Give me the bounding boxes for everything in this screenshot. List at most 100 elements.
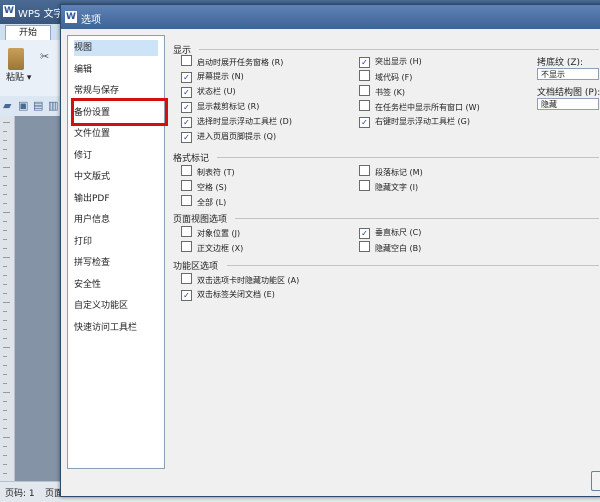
checkbox-checked-icon[interactable]: ✓ [359, 117, 370, 128]
ruler-tick [3, 329, 7, 330]
field-label: 文档结构图 (P): [537, 88, 600, 98]
nav-item-12[interactable]: 自定义功能区 [74, 298, 158, 314]
nav-item-2[interactable]: 常规与保存 [74, 83, 158, 99]
ok-button[interactable] [591, 471, 600, 491]
checkbox-checked-icon[interactable]: ✓ [359, 57, 370, 68]
options-dialog: W 选项 视图 编辑 常规与保存 备份设置 文件位置 修订 中文版式 输出PDF 用户信息 打印拼… [60, 4, 600, 497]
checkbox-unchecked-icon[interactable] [181, 55, 192, 66]
checkbox-unchecked-icon[interactable] [359, 180, 370, 191]
checkbox-checked-icon[interactable]: ✓ [359, 228, 370, 239]
checkbox-checked-icon[interactable]: ✓ [181, 87, 192, 98]
checkbox-unchecked-icon[interactable] [181, 195, 192, 206]
checkbox-checked-icon[interactable]: ✓ [181, 117, 192, 128]
option-label: 正文边框 (X) [197, 244, 244, 253]
cut-icon[interactable]: ✂ [40, 50, 49, 63]
checkbox-checked-icon[interactable]: ✓ [181, 102, 192, 113]
option-checkbox[interactable]: 全部 (L) [181, 195, 226, 208]
ruler-tick [3, 149, 7, 150]
preview-icon[interactable]: ▥ [48, 99, 58, 112]
nav-item-8[interactable]: 用户信息 [74, 212, 158, 228]
option-checkbox[interactable]: 启动时展开任务窗格 (R) [181, 55, 283, 68]
option-checkbox[interactable]: ✓ 双击标签关闭文档 (E) [181, 288, 275, 301]
ruler-tick [3, 473, 7, 474]
option-label: 制表符 (T) [197, 168, 235, 177]
checkbox-unchecked-icon[interactable] [181, 180, 192, 191]
option-label: 启动时展开任务窗格 (R) [197, 58, 284, 67]
option-checkbox[interactable]: 域代码 (F) [359, 70, 412, 83]
checkbox-checked-icon[interactable]: ✓ [181, 290, 192, 301]
option-checkbox[interactable]: ✓ 选择时显示浮动工具栏 (D) [181, 115, 292, 128]
options-panel: 显示 启动时展开任务窗格 (R) ✓ 屏幕提示 (N) ✓ 状态栏 (U) ✓ 显示裁剪标记 … [171, 35, 600, 465]
option-label: 在任务栏中显示所有窗口 (W) [375, 103, 480, 112]
nav-item-10[interactable]: 拼写检查 [74, 255, 158, 271]
ruler-tick [3, 221, 7, 222]
checkbox-unchecked-icon[interactable] [359, 70, 370, 81]
ruler-tick [3, 311, 7, 312]
nav-item-0[interactable]: 视图 [74, 40, 158, 56]
checkbox-unchecked-icon[interactable] [181, 165, 192, 176]
checkbox-unchecked-icon[interactable] [181, 273, 192, 284]
print-icon[interactable]: ▤ [33, 99, 43, 112]
paste-button-label[interactable]: 粘贴 ▾ [6, 70, 31, 83]
ruler-tick [3, 257, 10, 258]
ruler-tick [3, 284, 7, 285]
ruler-tick [3, 158, 7, 159]
nav-item-13[interactable]: 快速访问工具栏 [74, 320, 158, 336]
option-checkbox[interactable]: 书签 (K) [359, 85, 405, 98]
nav-item-1[interactable]: 编辑 [74, 62, 158, 78]
nav-item-6[interactable]: 中文版式 [74, 169, 158, 185]
option-checkbox[interactable]: 双击选项卡时隐藏功能区 (A) [181, 273, 299, 286]
option-checkbox[interactable]: 对象位置 (J) [181, 226, 240, 239]
option-checkbox[interactable]: ✓ 右键时显示浮动工具栏 (G) [359, 115, 470, 128]
nav-item-9[interactable]: 打印 [74, 234, 158, 250]
option-checkbox[interactable]: ✓ 进入页眉页脚提示 (Q) [181, 130, 276, 143]
option-label: 选择时显示浮动工具栏 (D) [197, 117, 292, 126]
section-divider [227, 265, 599, 266]
ribbon: 粘贴 ▾ ✂ [0, 40, 68, 97]
tab-start[interactable]: 开始 [5, 25, 51, 41]
checkbox-unchecked-icon[interactable] [359, 165, 370, 176]
section-divider [199, 49, 599, 50]
option-checkbox[interactable]: ✓ 突出显示 (H) [359, 55, 422, 68]
option-checkbox[interactable]: 制表符 (T) [181, 165, 235, 178]
option-checkbox[interactable]: 空格 (S) [181, 180, 227, 193]
option-checkbox[interactable]: 隐藏文字 (I) [359, 180, 418, 193]
paste-icon[interactable] [8, 48, 24, 70]
checkbox-unchecked-icon[interactable] [359, 241, 370, 252]
ruler-tick [3, 419, 7, 420]
checkbox-checked-icon[interactable]: ✓ [181, 132, 192, 143]
quick-access-toolbar: ▰ ▣ ▤ ▥ [0, 96, 68, 117]
option-checkbox[interactable]: 隐藏空白 (B) [359, 241, 421, 254]
ruler-tick [3, 275, 7, 276]
app-title: WPS 文字 [18, 9, 64, 20]
nav-item-3[interactable]: 备份设置 [74, 105, 158, 121]
ruler-tick [3, 230, 7, 231]
option-checkbox[interactable]: ✓ 垂直标尺 (C) [359, 226, 421, 239]
option-checkbox[interactable]: ✓ 屏幕提示 (N) [181, 70, 244, 83]
ruler-tick [3, 176, 7, 177]
checkbox-unchecked-icon[interactable] [181, 241, 192, 252]
vertical-ruler [0, 116, 15, 481]
section-divider [235, 218, 599, 219]
option-checkbox[interactable]: 正文边框 (X) [181, 241, 243, 254]
ruler-tick [3, 122, 10, 123]
save-icon[interactable]: ▣ [18, 99, 28, 112]
option-checkbox[interactable]: ✓ 状态栏 (U) [181, 85, 236, 98]
ruler-tick [3, 365, 7, 366]
option-checkbox[interactable]: 在任务栏中显示所有窗口 (W) [359, 100, 480, 113]
dropdown-select[interactable]: 不显示 [537, 68, 599, 80]
checkbox-checked-icon[interactable]: ✓ [181, 72, 192, 83]
open-folder-icon[interactable]: ▰ [3, 99, 11, 112]
nav-item-7[interactable]: 输出PDF [74, 191, 158, 207]
option-checkbox[interactable]: ✓ 显示裁剪标记 (R) [181, 100, 259, 113]
ruler-tick [3, 302, 10, 303]
dropdown-select[interactable]: 隐藏 [537, 98, 599, 110]
checkbox-unchecked-icon[interactable] [359, 85, 370, 96]
option-checkbox[interactable]: 段落标记 (M) [359, 165, 423, 178]
nav-item-5[interactable]: 修订 [74, 148, 158, 164]
nav-item-4[interactable]: 文件位置 [74, 126, 158, 142]
ruler-tick [3, 293, 7, 294]
checkbox-unchecked-icon[interactable] [359, 100, 370, 111]
nav-item-11[interactable]: 安全性 [74, 277, 158, 293]
checkbox-unchecked-icon[interactable] [181, 226, 192, 237]
